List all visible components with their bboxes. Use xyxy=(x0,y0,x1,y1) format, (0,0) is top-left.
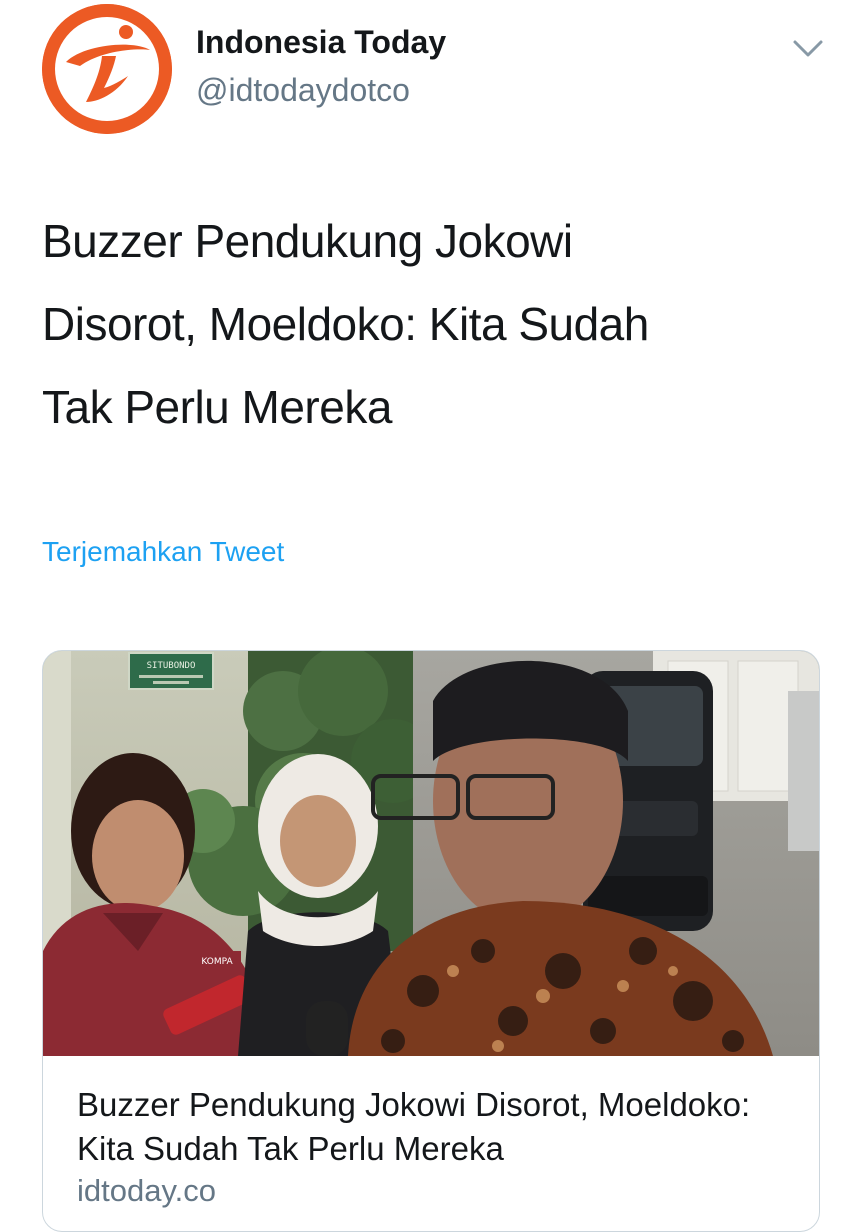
card-domain[interactable]: idtoday.co xyxy=(77,1173,216,1209)
card-image: SITUBONDO KOMPA xyxy=(43,651,819,1056)
link-preview-card[interactable]: SITUBONDO KOMPA Buzzer Pendukung Jokowi … xyxy=(42,650,820,1232)
tweet-text-line: Buzzer Pendukung Jokowi xyxy=(42,215,573,267)
microphone-label: KOMPA xyxy=(201,957,233,967)
card-title[interactable]: Buzzer Pendukung Jokowi Disorot, Moeldok… xyxy=(77,1083,807,1171)
author-name[interactable]: Indonesia Today xyxy=(196,24,446,61)
avatar[interactable] xyxy=(42,4,172,134)
translate-tweet-link[interactable]: Terjemahkan Tweet xyxy=(42,536,284,568)
tweet-text-line: Disorot, Moeldoko: Kita Sudah xyxy=(42,298,649,350)
indonesia-today-logo-icon xyxy=(42,4,172,134)
sign-text: SITUBONDO xyxy=(147,661,196,671)
tweet-text-line: Tak Perlu Mereka xyxy=(42,381,392,433)
chevron-down-icon[interactable] xyxy=(790,30,826,66)
tweet-text: Buzzer Pendukung Jokowi Disorot, Moeldok… xyxy=(42,200,822,449)
author-handle[interactable]: @idtodaydotco xyxy=(196,72,410,109)
